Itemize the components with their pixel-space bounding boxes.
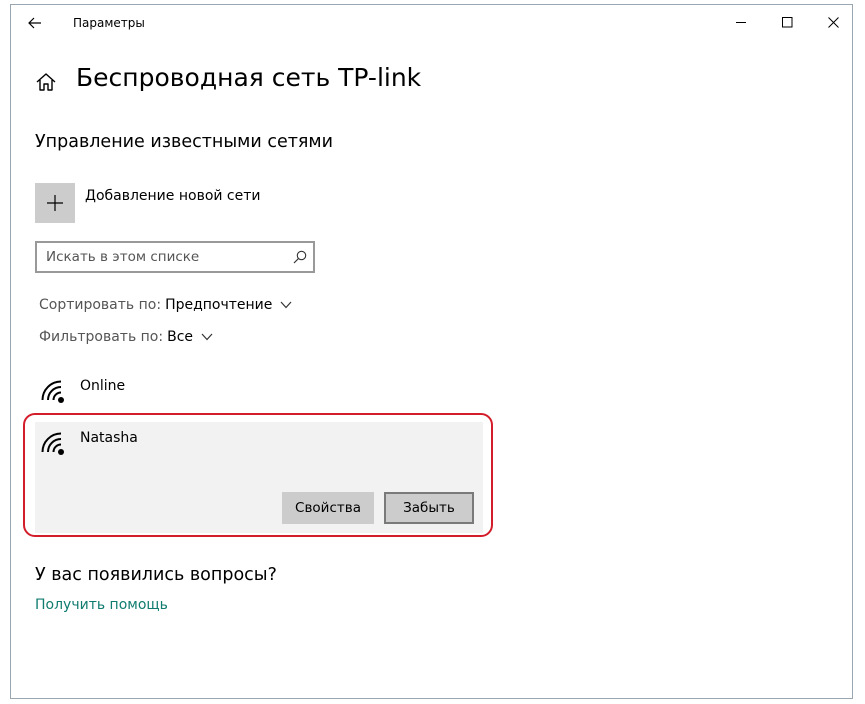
back-button[interactable] [25,13,45,33]
sort-value[interactable]: Предпочтение [165,297,272,313]
add-network-label: Добавление новой сети [85,188,261,204]
add-network-tile[interactable] [35,183,75,223]
network-name: Online [80,378,126,394]
forget-button[interactable]: Забыть [384,492,474,524]
chevron-down-icon[interactable] [201,333,213,341]
network-item-online[interactable]: Online [35,370,483,414]
filter-label: Фильтровать по: [39,329,164,345]
network-name: Natasha [80,430,138,446]
close-button[interactable] [821,11,845,33]
sort-label: Сортировать по: [39,297,162,313]
wifi-icon [41,380,64,403]
questions-heading: У вас появились вопросы? [35,565,277,585]
filter-dropdown[interactable]: Фильтровать по: Все [39,329,213,345]
search-input[interactable] [46,247,286,267]
minimize-icon [735,21,746,23]
maximize-button[interactable] [775,11,799,33]
search-icon[interactable] [293,250,307,264]
close-icon [827,16,839,28]
title-bar: Параметры [11,5,852,39]
page-title: Беспроводная сеть TP-link [76,63,422,92]
minimize-button[interactable] [729,11,753,33]
known-networks-heading: Управление известными сетями [35,132,334,152]
search-box[interactable] [35,241,315,273]
home-icon[interactable] [35,71,57,93]
network-item-natasha[interactable]: Natasha Свойства Забыть [35,422,483,533]
add-network-button[interactable]: Добавление новой сети [35,183,261,223]
properties-button[interactable]: Свойства [282,492,374,524]
get-help-link[interactable]: Получить помощь [35,597,168,613]
maximize-icon [781,16,792,27]
settings-window: Параметры Беспроводная сеть TP-link Упра… [10,4,853,699]
back-arrow-icon [28,17,41,29]
window-title: Параметры [73,16,145,30]
plus-icon [47,195,63,211]
chevron-down-icon[interactable] [280,301,292,309]
filter-value[interactable]: Все [167,329,193,345]
sort-dropdown[interactable]: Сортировать по: Предпочтение [39,297,292,313]
wifi-icon [41,432,64,455]
